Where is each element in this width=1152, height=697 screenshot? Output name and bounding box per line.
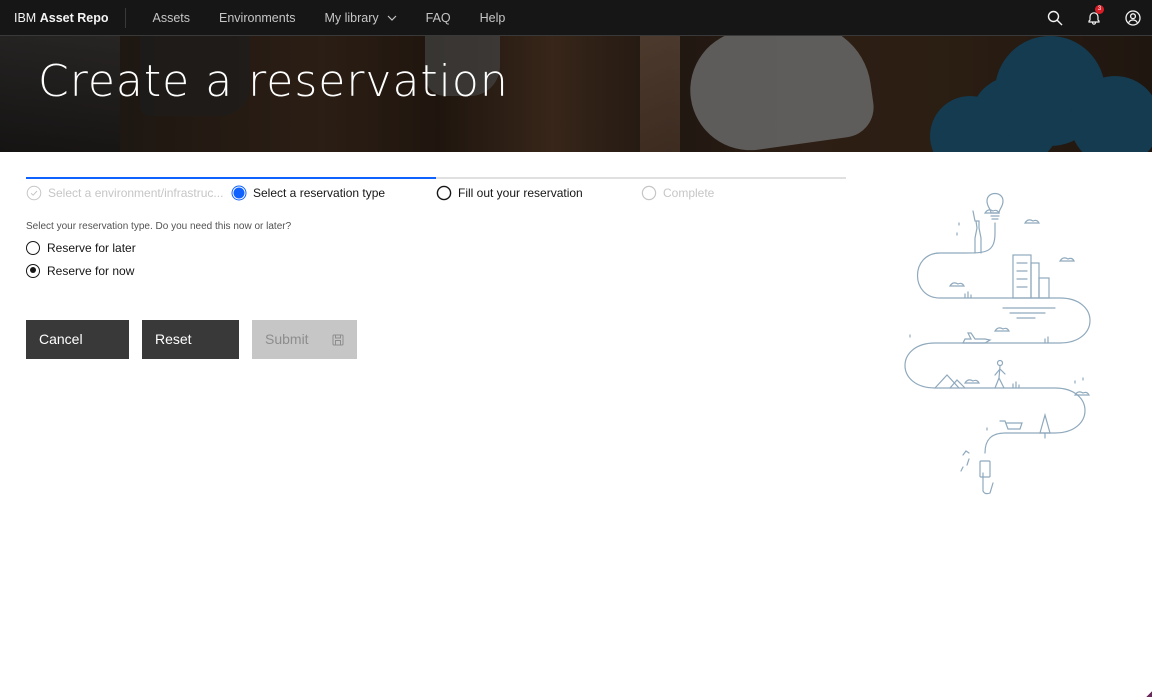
nav-label: Assets <box>152 10 191 25</box>
radio-button-checked[interactable] <box>26 263 40 278</box>
city-buildings-icon <box>1012 254 1050 299</box>
nav-label: Environments <box>219 10 296 25</box>
radio-label: Reserve for now <box>47 263 135 278</box>
nav-item-faq[interactable]: FAQ <box>411 0 465 36</box>
user-profile-button[interactable] <box>1113 0 1152 36</box>
chevron-down-icon <box>387 15 397 21</box>
brand-prefix: IBM <box>14 10 37 25</box>
step-label: Fill out your reservation <box>458 186 583 200</box>
phone-hand-icon <box>979 460 994 495</box>
cloud-icon <box>948 282 965 287</box>
submit-button[interactable]: Submit <box>252 320 357 359</box>
search-button[interactable] <box>1035 0 1074 36</box>
disabled-step-icon <box>641 185 657 201</box>
nav-label: Help <box>479 10 506 25</box>
incomplete-step-icon <box>436 185 452 201</box>
step-label: Select a reservation type <box>253 186 386 200</box>
window-corner <box>1146 691 1152 697</box>
cloud-icon <box>963 379 980 384</box>
cloud-icon <box>1023 219 1040 224</box>
current-step-icon <box>231 185 247 201</box>
shopping-cart-icon <box>999 420 1023 430</box>
radio-label: Reserve for later <box>47 241 136 255</box>
reservation-type-question: Select your reservation type. Do you nee… <box>26 221 292 232</box>
airplane-icon <box>962 332 992 344</box>
submit-label: Submit <box>265 331 309 347</box>
nav-item-help[interactable]: Help <box>465 0 520 36</box>
cloud-icon <box>983 209 1000 214</box>
nav-item-environments[interactable]: Environments <box>205 0 310 36</box>
cloud-icon <box>1058 257 1075 262</box>
checkmark-outline-icon <box>26 185 42 201</box>
progress-step-reservation-type[interactable]: Select a reservation type <box>231 177 436 207</box>
music-notes-icon <box>960 450 970 472</box>
nav-menu: Assets Environments My library FAQ Help <box>126 0 520 36</box>
hero-banner: Create a reservation <box>0 36 1152 152</box>
nav-item-my-library[interactable]: My library <box>310 0 411 36</box>
radio-reserve-later[interactable]: Reserve for later <box>26 240 136 256</box>
walking-person-icon <box>994 359 1006 389</box>
nav-actions: 3 <box>1035 0 1152 36</box>
statue-of-liberty-icon <box>972 210 982 254</box>
progress-indicator: Select a environment/infrastruc... Selec… <box>26 177 846 207</box>
reservation-type-radio-group: Reserve for later Reserve for now <box>26 240 136 285</box>
brand-logo[interactable]: IBM Asset Repo <box>0 7 126 28</box>
progress-step-environment[interactable]: Select a environment/infrastruc... <box>26 177 231 207</box>
tree-icon <box>1039 412 1051 439</box>
progress-step-fill-out[interactable]: Fill out your reservation <box>436 177 641 207</box>
cancel-button[interactable]: Cancel <box>26 320 129 359</box>
radio-button[interactable] <box>26 241 40 255</box>
reset-button[interactable]: Reset <box>142 320 239 359</box>
user-avatar-icon <box>1124 9 1141 26</box>
notification-badge: 3 <box>1095 4 1104 14</box>
cloud-icon <box>993 327 1010 332</box>
notifications-button[interactable]: 3 <box>1074 0 1113 36</box>
nav-item-assets[interactable]: Assets <box>138 0 205 36</box>
search-icon <box>1047 10 1062 25</box>
cloud-icon <box>1073 391 1090 396</box>
radio-reserve-now[interactable]: Reserve for now <box>26 263 136 279</box>
step-label: Select a environment/infrastruc... <box>48 186 224 200</box>
page-title: Create a reservation <box>38 56 509 107</box>
save-icon <box>332 334 344 345</box>
lightbulb-icon <box>986 192 1004 220</box>
progress-step-complete: Complete <box>641 177 846 207</box>
top-nav: IBM Asset Repo Assets Environments My li… <box>0 0 1152 36</box>
nav-label: FAQ <box>425 10 451 25</box>
pyramids-icon <box>934 374 966 389</box>
nav-label: My library <box>324 10 379 25</box>
brand-name: Asset Repo <box>39 10 109 25</box>
journey-illustration <box>904 192 1091 495</box>
step-label: Complete <box>663 186 715 200</box>
